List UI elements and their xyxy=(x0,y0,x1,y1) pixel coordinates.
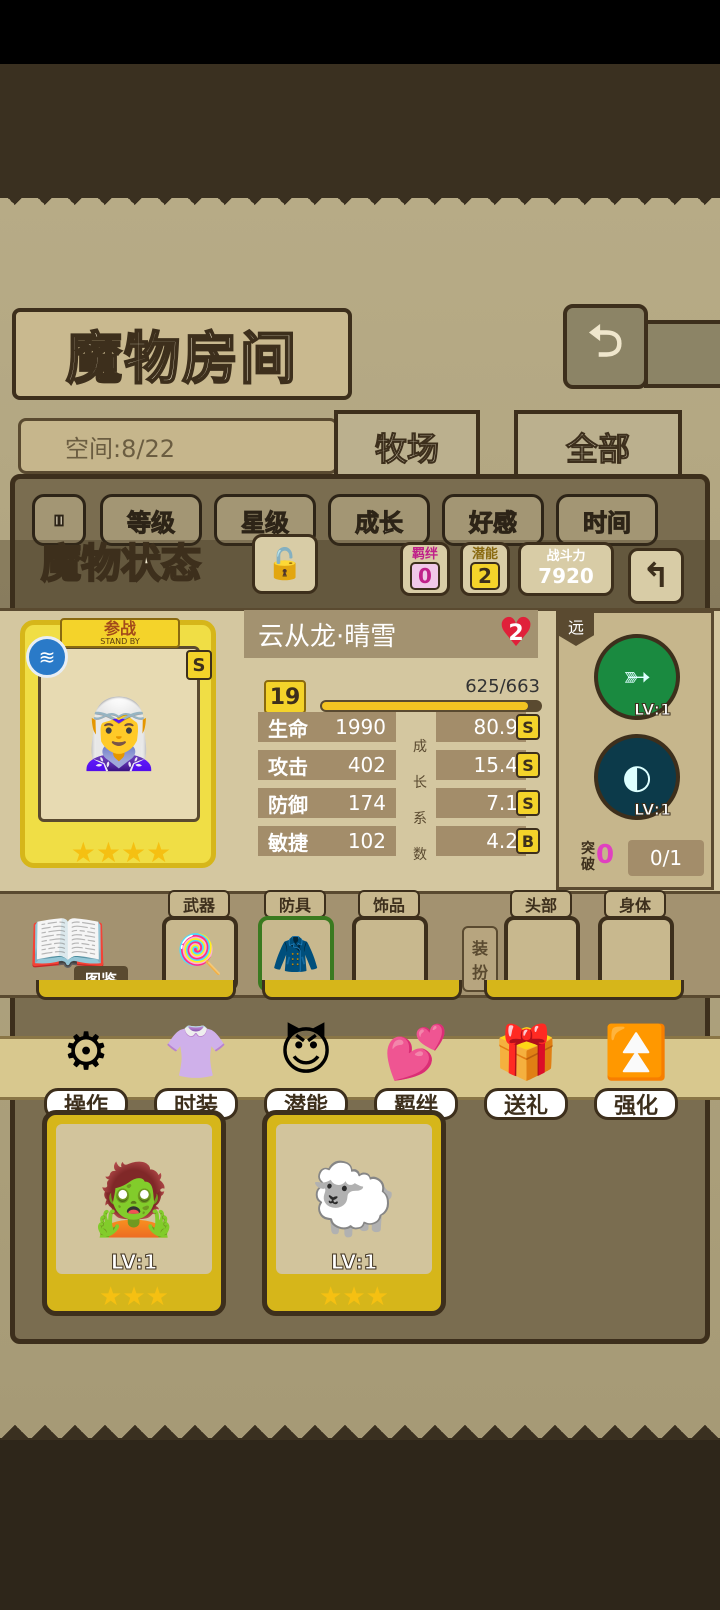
page-title: 魔物房间 xyxy=(65,326,298,393)
gear-icon: ⚙ xyxy=(62,1022,110,1082)
stat-label: 生命 xyxy=(268,716,308,741)
potential-label: 潜能 xyxy=(471,547,498,562)
grade-badge: S xyxy=(516,714,540,740)
stat-value: 402 xyxy=(347,753,386,777)
card-edge xyxy=(36,980,236,1000)
monster-card-level: LV:1 xyxy=(110,1250,158,1275)
power-value: 7920 xyxy=(538,564,594,588)
stat-label: 防御 xyxy=(268,792,308,817)
head-slot-label: 头部 xyxy=(510,890,572,918)
outfit-icon: 👚 xyxy=(163,1022,229,1083)
affection-value: 2 xyxy=(508,620,524,646)
tab-farm[interactable]: 牧场 xyxy=(334,410,480,484)
status-title: 魔物状态 xyxy=(40,540,202,588)
breakthrough-value: 0 xyxy=(596,840,615,870)
action-upgrade-button[interactable]: ⏫ 强化 xyxy=(590,1016,682,1128)
sort-affection-button[interactable]: 好感 xyxy=(442,494,544,546)
skill-level: LV:1 xyxy=(633,800,672,820)
exp-text: 625/663 xyxy=(465,676,540,697)
standby-banner: 参战 STAND BY xyxy=(60,618,180,648)
level-badge: 19 xyxy=(264,680,306,714)
stat-row-hp: 生命 1990 xyxy=(258,712,396,742)
growth-def: 7.1 xyxy=(436,788,526,818)
dress-char: 装 xyxy=(471,939,488,958)
stat-row-atk: 攻击 402 xyxy=(258,750,396,780)
lollipop-icon: 🍭 xyxy=(176,931,224,976)
growth-label-char: 数 xyxy=(413,847,427,863)
potential-value: 2 xyxy=(470,562,500,590)
growth-label-char: 长 xyxy=(413,775,427,791)
space-label: 空间:8/22 xyxy=(65,434,175,463)
sort-growth-button[interactable]: 成长 xyxy=(328,494,430,546)
weapon-slot-label: 武器 xyxy=(168,890,230,918)
accessory-slot-label: 饰品 xyxy=(358,890,420,918)
growth-agi: 4.2 xyxy=(436,826,526,856)
monster-name-text: 云从龙·晴雪 xyxy=(258,621,397,652)
stat-row-def: 防御 174 xyxy=(258,788,396,818)
bond-indicator: 羁绊 0 xyxy=(400,542,450,596)
card-edge xyxy=(484,980,684,1000)
growth-label-char: 成 xyxy=(413,739,427,755)
status-bar xyxy=(0,0,720,64)
power-indicator: 战斗力 7920 xyxy=(518,542,614,596)
back-button-tail xyxy=(644,320,720,388)
stat-row-agi: 敏捷 102 xyxy=(258,826,396,856)
torn-edge-bottom xyxy=(0,1410,720,1440)
sort-time-button[interactable]: 时间 xyxy=(556,494,658,546)
action-gift-button[interactable]: 🎁 送礼 xyxy=(480,1016,572,1128)
space-indicator: 空间:8/22 xyxy=(18,418,338,474)
potential-indicator: 潜能 2 xyxy=(460,542,510,596)
monster-card-level: LV:1 xyxy=(330,1250,378,1275)
stat-value: 102 xyxy=(347,829,386,853)
standby-en-label: STAND BY xyxy=(100,636,140,646)
monster-card-stars: ★★★ xyxy=(99,1282,169,1312)
grade-badge: S xyxy=(516,752,540,778)
bond-label: 羁绊 xyxy=(411,547,438,562)
upgrade-arrows-icon: ⏫ xyxy=(603,1022,669,1083)
gift-icon: 🎁 xyxy=(493,1022,559,1083)
action-label: 送礼 xyxy=(484,1088,568,1120)
breakthrough-char: 破 xyxy=(581,857,595,873)
tab-all[interactable]: 全部 xyxy=(514,410,682,484)
grade-badge: S xyxy=(516,790,540,816)
stat-value: 174 xyxy=(347,791,386,815)
standby-label: 参战 xyxy=(103,618,136,638)
exp-bar-fill xyxy=(322,702,528,710)
bottom-background xyxy=(0,1440,720,1610)
monster-portrait: 🧝‍♀️ xyxy=(38,646,200,822)
action-label: 强化 xyxy=(594,1088,678,1120)
armor-icon: 🧥 xyxy=(272,931,320,976)
star-rating: ★★★★ xyxy=(70,836,172,869)
armor-slot-label: 防具 xyxy=(264,890,326,918)
breakthrough-count: 0/1 xyxy=(628,840,704,876)
triple-arrow-skill-icon: ➳ xyxy=(622,657,652,697)
skill-level: LV:1 xyxy=(633,700,672,720)
growth-hp: 80.9 xyxy=(436,712,526,742)
stat-value: 1990 xyxy=(335,715,386,739)
monster-card-stars: ★★★ xyxy=(319,1282,389,1312)
vortex-skill-icon: ◐ xyxy=(622,757,652,797)
return-arrow-icon: ↰ xyxy=(641,556,671,596)
padlock-icon: 🔓 xyxy=(266,546,304,582)
growth-label-char: 系 xyxy=(413,811,427,827)
hearts-icon: 💕 xyxy=(383,1022,449,1083)
grade-badge: B xyxy=(516,828,540,854)
body-slot-label: 身体 xyxy=(604,890,666,918)
demon-icon: 😈 xyxy=(278,1022,334,1082)
bond-value: 0 xyxy=(410,562,440,590)
status-back-button[interactable]: ↰ xyxy=(628,548,684,604)
growth-atk: 15.4 xyxy=(436,750,526,780)
torn-edge-top xyxy=(0,190,720,220)
water-element-icon: ≋ xyxy=(26,636,68,678)
lock-button[interactable]: 🔓 xyxy=(252,534,318,594)
stat-label: 攻击 xyxy=(268,754,308,779)
power-label: 战斗力 xyxy=(546,549,586,564)
stat-label: 敏捷 xyxy=(268,830,308,855)
return-button[interactable]: ⮌ xyxy=(563,304,648,389)
return-arrow-icon: ⮌ xyxy=(587,316,624,367)
rank-badge: S xyxy=(186,650,212,680)
breakthrough-char: 突 xyxy=(581,841,595,857)
card-edge xyxy=(262,980,462,1000)
